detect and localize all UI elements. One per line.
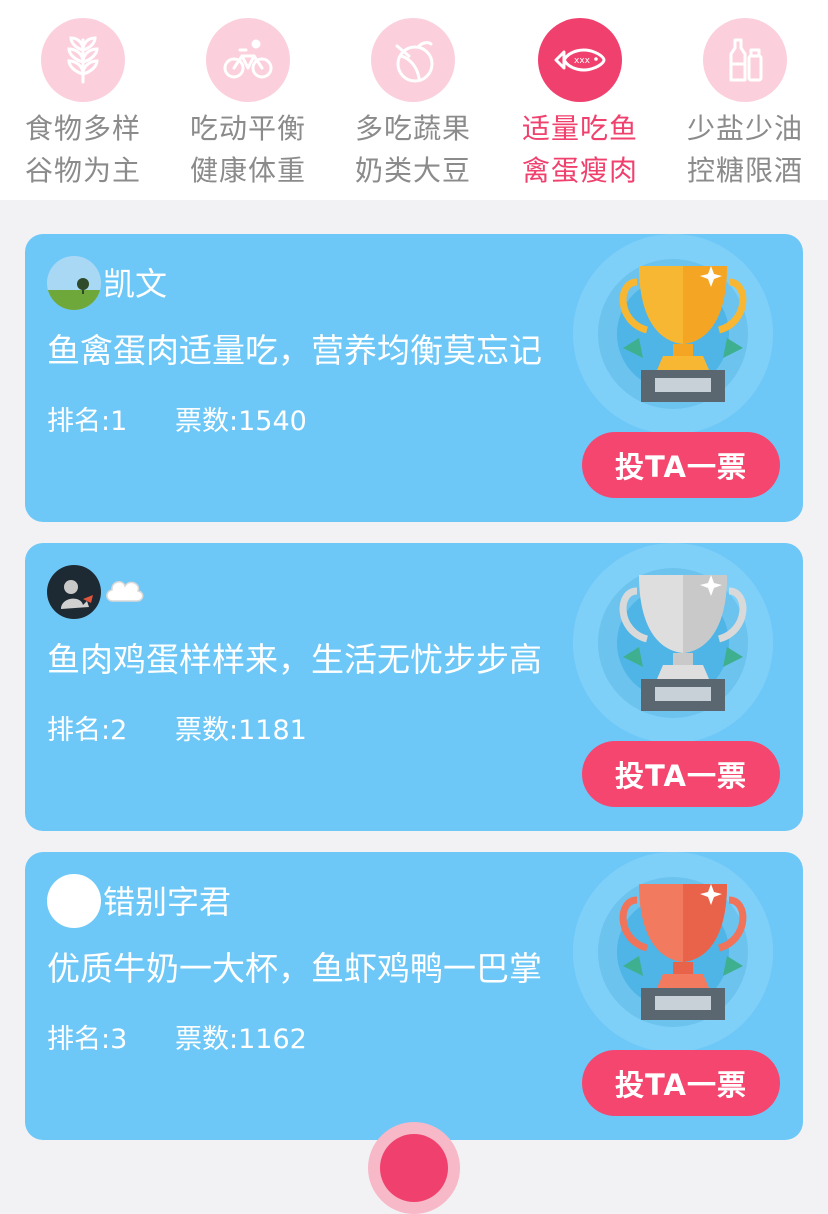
vote-count: 票数:1540: [175, 406, 307, 437]
slogan-text: 鱼禽蛋肉适量吃，营养均衡莫忘记: [47, 331, 542, 370]
vote-button[interactable]: 投TA一票: [582, 741, 780, 807]
rank-text: 排名:1: [47, 406, 128, 437]
category-label-1: 少盐少油: [686, 112, 803, 145]
entry-card-2: 鱼肉鸡蛋样样来，生活无忧步步高 排名:2 票数:1181 投TA一票: [25, 543, 803, 831]
avatar[interactable]: [47, 874, 101, 928]
entry-card-3: 错别字君 优质牛奶一大杯，鱼虾鸡鸭一巴掌 排名:3 票数:1162 投TA一票: [25, 852, 803, 1140]
category-label-1: 吃动平衡: [189, 112, 306, 145]
vote-button[interactable]: 投TA一票: [582, 1050, 780, 1116]
cloud-icon: [106, 581, 144, 602]
vote-count: 票数:1181: [175, 715, 307, 746]
fish-icon: xxx: [554, 48, 606, 72]
category-label-1: 适量吃鱼: [521, 112, 638, 145]
username: 错别字君: [103, 883, 232, 921]
bottles-icon: [729, 38, 763, 82]
category-circle: [41, 18, 125, 102]
category-label-1: 食物多样: [24, 112, 141, 145]
category-tab-exercise[interactable]: 吃动平衡 健康体重: [173, 18, 323, 192]
svg-text:xxx: xxx: [574, 56, 591, 66]
bronze-trophy-icon: [619, 884, 747, 1020]
category-label-2: 禽蛋瘦肉: [521, 154, 638, 187]
category-label-2: 奶类大豆: [354, 154, 471, 187]
category-tab-fish[interactable]: xxx 适量吃鱼 禽蛋瘦肉: [505, 18, 655, 192]
category-label-2: 谷物为主: [24, 154, 141, 187]
username: 凯文: [103, 265, 168, 303]
avatar[interactable]: [47, 256, 101, 310]
slogan-text: 鱼肉鸡蛋样样来，生活无忧步步高: [47, 640, 542, 679]
floating-action-button[interactable]: [368, 1122, 460, 1214]
category-label-2: 控糖限酒: [686, 154, 803, 187]
vote-count: 票数:1162: [175, 1024, 307, 1055]
avatar[interactable]: [47, 565, 101, 619]
rank-text: 排名:2: [47, 715, 128, 746]
category-tab-grains[interactable]: 食物多样 谷物为主: [8, 18, 158, 192]
rank-text: 排名:3: [47, 1024, 128, 1055]
gold-trophy-icon: [619, 266, 747, 402]
category-circle: [371, 18, 455, 102]
slogan-text: 优质牛奶一大杯，鱼虾鸡鸭一巴掌: [47, 949, 542, 988]
entry-card-1: 凯文 鱼禽蛋肉适量吃，营养均衡莫忘记 排名:1 票数:1540 投TA一票: [25, 234, 803, 522]
wheat-icon: [67, 36, 99, 84]
silver-trophy-icon: [619, 575, 747, 711]
fruit-icon: [395, 41, 434, 83]
category-label-1: 多吃蔬果: [354, 112, 471, 145]
category-circle: [703, 18, 787, 102]
category-label-2: 健康体重: [189, 154, 306, 187]
category-circle: [206, 18, 290, 102]
category-tab-salt-oil[interactable]: 少盐少油 控糖限酒: [670, 18, 820, 192]
vote-button[interactable]: 投TA一票: [582, 432, 780, 498]
category-tab-vegetables[interactable]: 多吃蔬果 奶类大豆: [338, 18, 488, 192]
category-circle: xxx: [538, 18, 622, 102]
floating-action-inner: [380, 1134, 448, 1202]
bicycle-icon: [223, 39, 273, 79]
category-bar: 食物多样 谷物为主 吃动平衡 健康体重 多吃蔬果 奶类大豆 xxx 适量吃鱼 禽…: [0, 0, 828, 200]
